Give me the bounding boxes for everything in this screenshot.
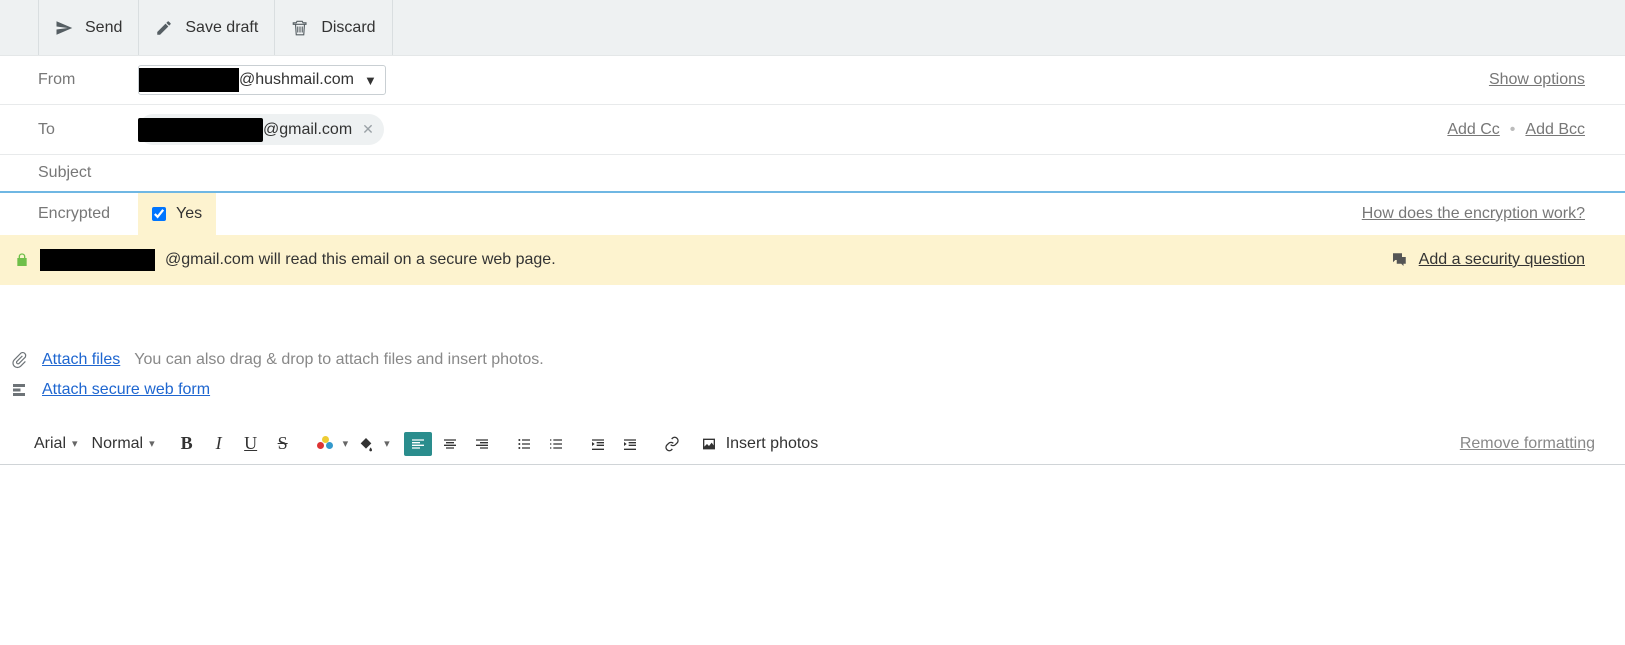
encrypted-row: Encrypted Yes How does the encryption wo… [0,193,1625,235]
bullet-list-button[interactable] [510,432,538,456]
chevron-down-icon: ▾ [72,437,78,450]
save-draft-button[interactable]: Save draft [139,0,275,55]
add-security-question-label: Add a security question [1419,251,1585,269]
send-icon [55,19,73,37]
attach-secure-form-link[interactable]: Attach secure web form [42,381,210,399]
to-address-redacted [138,118,263,142]
encryption-notice: @gmail.com will read this email on a sec… [0,235,1625,285]
font-family-select[interactable]: Arial ▾ [30,433,82,455]
send-label: Send [85,19,122,37]
send-button[interactable]: Send [38,0,139,55]
lock-icon [14,251,30,269]
number-list-button[interactable] [542,432,570,456]
insert-photos-button[interactable]: Insert photos [700,435,819,453]
outdent-button[interactable] [584,432,612,456]
add-security-question-button[interactable]: Add a security question [1389,251,1585,269]
notice-text: @gmail.com will read this email on a sec… [165,251,556,269]
paint-bucket-icon [358,436,374,452]
discard-button[interactable]: Discard [275,0,392,55]
encrypted-toggle[interactable]: Yes [138,193,216,235]
indent-button[interactable] [616,432,644,456]
separator-dot: • [1510,121,1516,139]
encryption-help-link[interactable]: How does the encryption work? [1362,205,1585,223]
to-label: To [38,121,138,139]
bold-button[interactable]: B [173,432,201,456]
from-address-redacted [139,68,239,92]
italic-button[interactable]: I [205,432,233,456]
attach-area: Attach files You can also drag & drop to… [0,285,1625,415]
color-palette-icon [317,436,333,452]
encrypted-yes-label: Yes [176,205,202,223]
subject-input[interactable] [138,164,1585,182]
to-domain: @gmail.com [263,121,352,139]
font-family-label: Arial [34,435,66,453]
subject-label: Subject [38,164,138,182]
from-address-select[interactable]: @hushmail.com ▼ [138,65,386,95]
notice-recipient-redacted [40,249,155,271]
highlight-color-button[interactable] [352,432,380,456]
strikethrough-button[interactable]: S [269,432,297,456]
font-size-select[interactable]: Normal ▾ [88,433,159,455]
trash-icon [291,19,309,37]
attach-hint: You can also drag & drop to attach files… [134,351,543,369]
from-label: From [38,71,138,89]
chevron-down-icon: ▾ [149,437,155,450]
show-options-link[interactable]: Show options [1489,71,1585,89]
font-size-label: Normal [92,435,144,453]
paperclip-icon [10,351,28,369]
remove-recipient-icon[interactable]: ✕ [362,121,374,138]
compose-body[interactable] [0,465,1625,645]
image-icon [700,436,718,452]
compose-toolbar: Send Save draft Discard [0,0,1625,56]
remove-formatting-link[interactable]: Remove formatting [1460,435,1595,453]
from-domain: @hushmail.com [239,71,354,89]
text-color-button[interactable] [311,432,339,456]
subject-row: Subject [0,155,1625,193]
attach-files-link[interactable]: Attach files [42,351,120,369]
encrypted-checkbox[interactable] [152,207,166,221]
align-right-button[interactable] [468,432,496,456]
to-row: To @gmail.com ✕ Add Cc • Add Bcc [0,105,1625,155]
chevron-down-icon[interactable]: ▾ [384,437,390,450]
chevron-down-icon[interactable]: ▾ [343,437,349,450]
editor-toolbar: Arial ▾ Normal ▾ B I U S ▾ ▾ [0,425,1625,465]
encrypted-label: Encrypted [38,205,138,223]
form-icon [10,381,28,399]
add-bcc-link[interactable]: Add Bcc [1525,121,1585,139]
insert-photos-label: Insert photos [726,435,819,453]
add-cc-link[interactable]: Add Cc [1447,121,1499,139]
pencil-icon [155,19,173,37]
insert-link-button[interactable] [658,432,686,456]
to-recipient-chip[interactable]: @gmail.com ✕ [138,114,384,145]
align-center-button[interactable] [436,432,464,456]
from-row: From @hushmail.com ▼ Show options [0,56,1625,105]
chat-icon [1389,251,1409,269]
align-left-button[interactable] [404,432,432,456]
save-draft-label: Save draft [185,19,258,37]
discard-label: Discard [321,19,375,37]
underline-button[interactable]: U [237,432,265,456]
chevron-down-icon: ▼ [364,73,377,88]
